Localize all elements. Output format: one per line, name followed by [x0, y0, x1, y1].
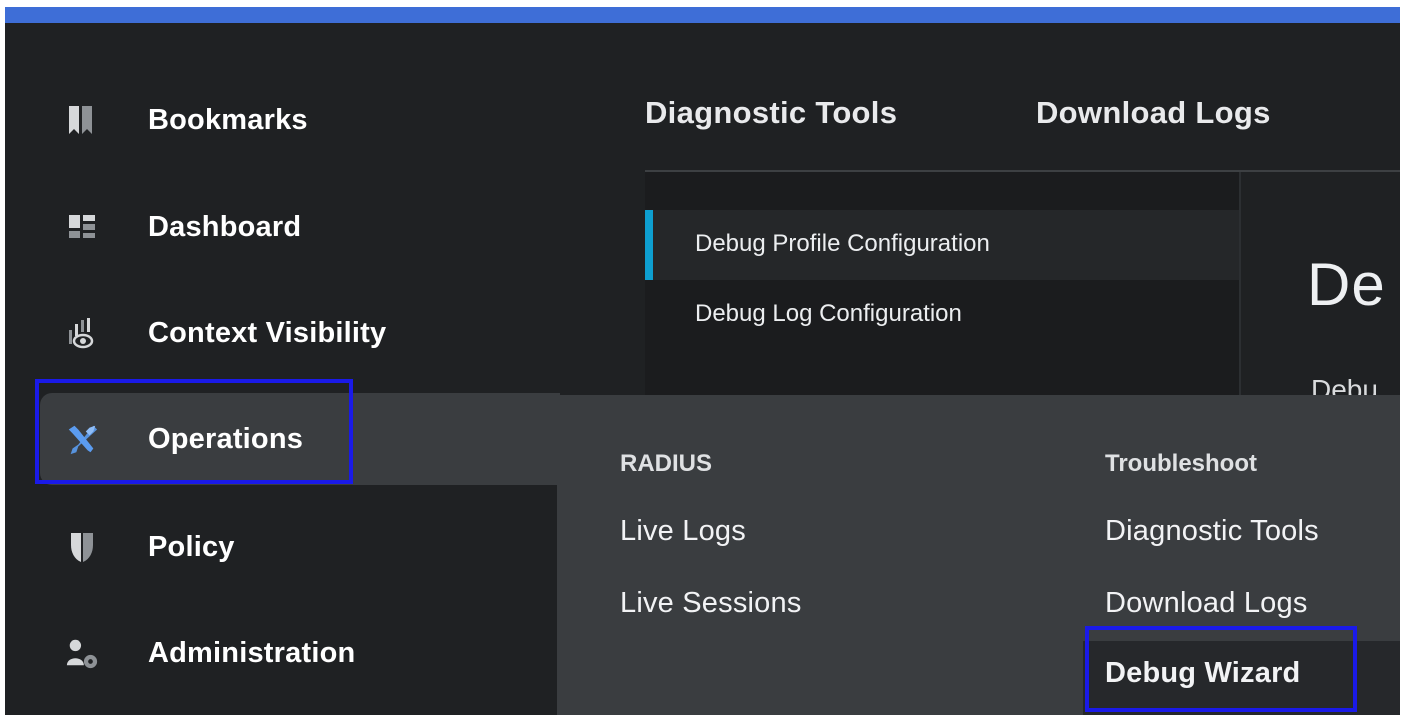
sidebar-item-label: Dashboard	[148, 210, 302, 243]
sidebar-item-dashboard[interactable]: Dashboard	[5, 182, 557, 272]
menu-item-live-sessions[interactable]: Live Sessions	[620, 587, 802, 620]
user-gear-icon	[65, 636, 99, 670]
sidebar-item-bookmarks[interactable]: Bookmarks	[5, 75, 557, 165]
submenu-item-label: Debug Log Configuration	[695, 300, 962, 327]
sidebar-item-label: Bookmarks	[148, 103, 308, 136]
sidebar-item-policy[interactable]: Policy	[5, 502, 557, 592]
submenu-item-debug-profile-configuration[interactable]: Debug Profile Configuration	[645, 210, 1239, 280]
radius-section-heading: RADIUS	[620, 450, 713, 477]
shield-icon	[65, 530, 99, 564]
submenu-item-debug-log-configuration[interactable]: Debug Log Configuration	[645, 280, 1239, 350]
submenu-separator	[1239, 172, 1241, 402]
dashboard-icon	[65, 210, 99, 244]
sidebar-item-label: Administration	[148, 636, 356, 669]
context-visibility-icon	[65, 316, 99, 350]
sidebar-item-label: Context Visibility	[148, 316, 387, 349]
sidebar-item-administration[interactable]: Administration	[5, 608, 557, 698]
troubleshoot-section-heading: Troubleshoot	[1105, 450, 1257, 477]
menu-item-live-logs[interactable]: Live Logs	[620, 515, 746, 548]
debug-wizard-highlight-box	[1085, 626, 1357, 712]
tab-download-logs[interactable]: Download Logs	[1036, 95, 1271, 131]
operations-highlight-box	[35, 379, 353, 484]
page-title: De	[1307, 251, 1386, 318]
menu-item-diagnostic-tools[interactable]: Diagnostic Tools	[1105, 515, 1319, 548]
active-indicator	[645, 210, 653, 280]
sidebar-item-label: Policy	[148, 530, 235, 563]
tab-diagnostic-tools[interactable]: Diagnostic Tools	[645, 95, 897, 131]
top-banner	[5, 7, 1400, 23]
menu-item-download-logs[interactable]: Download Logs	[1105, 587, 1308, 620]
submenu-item-label: Debug Profile Configuration	[695, 230, 990, 257]
sidebar-item-context-visibility[interactable]: Context Visibility	[5, 288, 557, 378]
window-top-edge	[5, 0, 1400, 7]
app-window: Bookmarks Dashboard Context Visibility O…	[5, 0, 1400, 715]
bookmark-icon	[65, 103, 99, 137]
